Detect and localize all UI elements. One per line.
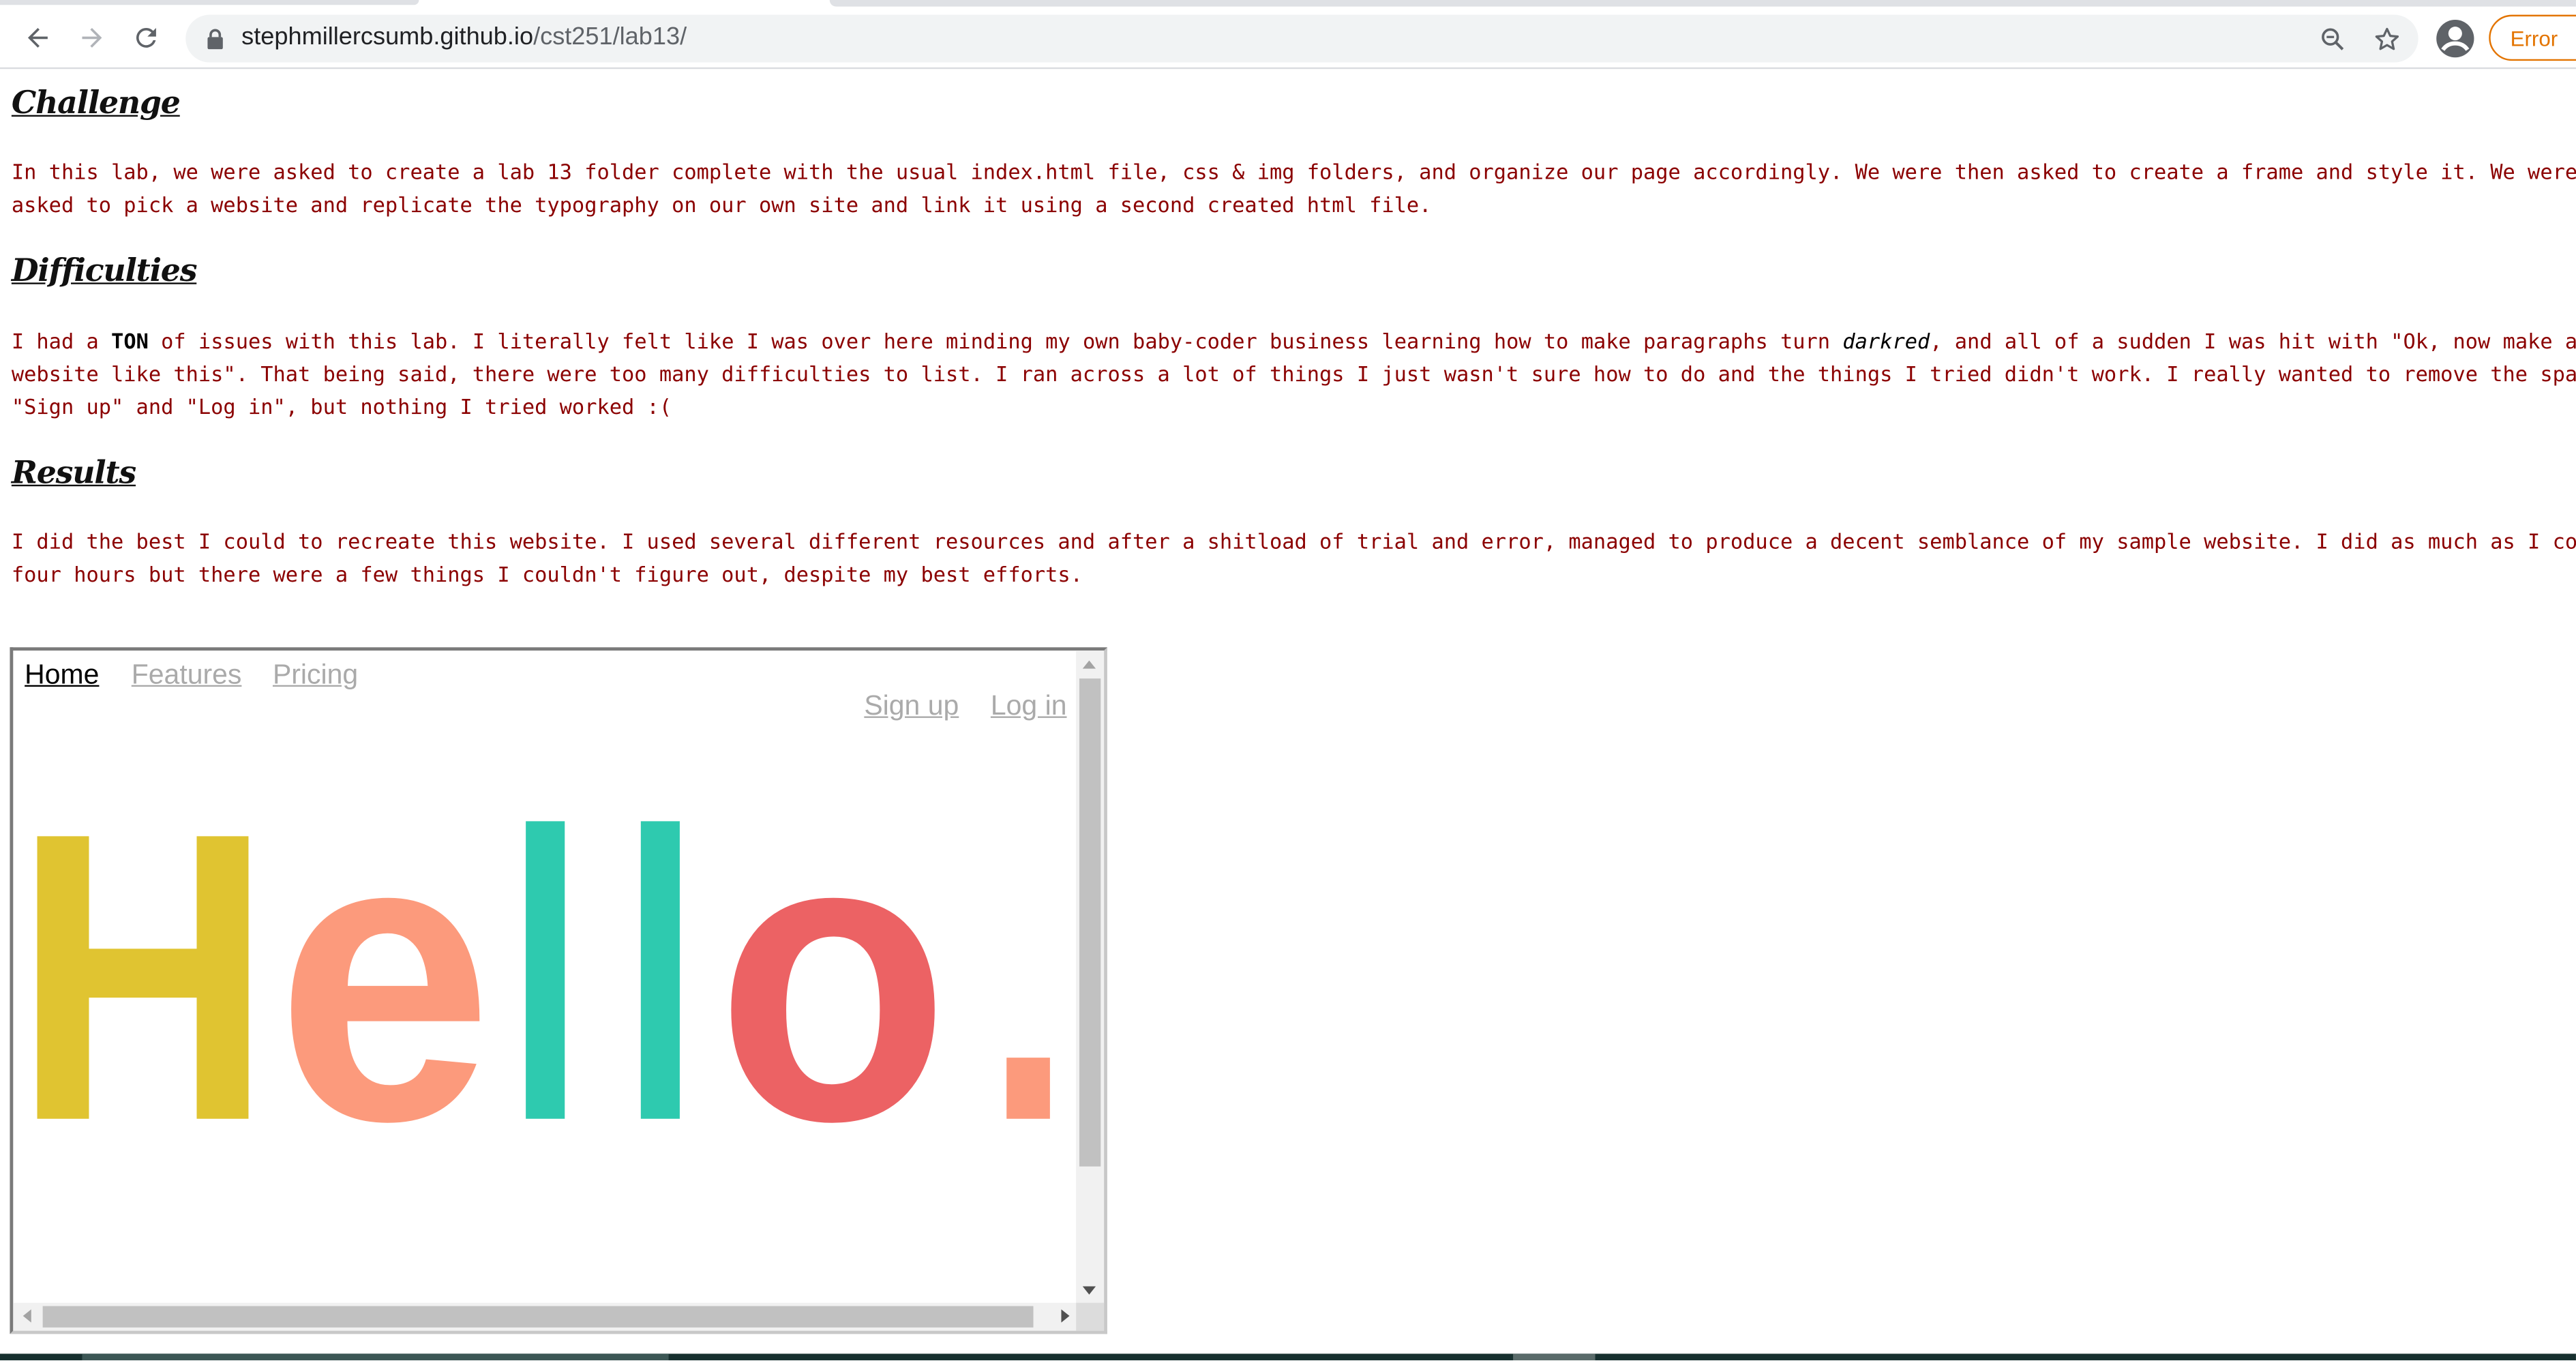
scroll-up-arrow-icon[interactable] <box>1082 660 1096 669</box>
scroll-down-arrow-icon[interactable] <box>1082 1286 1096 1295</box>
page-content: Challenge In this lab, we were asked to … <box>0 69 2576 1353</box>
difficulties-text: of issues with this lab. I literally fel… <box>148 328 1843 354</box>
reload-icon <box>136 27 156 48</box>
results-heading: Results <box>11 455 136 492</box>
hello-letter-h: H <box>13 798 273 1143</box>
taskbar-item[interactable] <box>1513 1353 1596 1360</box>
hello-letter-period: . <box>986 798 1071 1143</box>
lock-icon <box>207 29 223 50</box>
url-path: /cst251/lab13/ <box>533 23 687 51</box>
iframe-login-link[interactable]: Log in <box>991 690 1067 723</box>
arrow-left-icon <box>27 27 48 48</box>
hello-letter-l: l <box>621 798 700 1143</box>
iframe-signup-link[interactable]: Sign up <box>864 690 959 723</box>
back-button[interactable] <box>13 13 62 62</box>
difficulties-line-1: I had a TON of issues with this lab. I l… <box>12 325 2576 358</box>
tab-strip-edge <box>829 0 2576 7</box>
scroll-right-arrow-icon[interactable] <box>1061 1309 1070 1323</box>
profile-avatar-icon[interactable] <box>2435 18 2476 59</box>
iframe-nav-pricing[interactable]: Pricing <box>273 659 358 691</box>
hello-letter-e: e <box>276 798 493 1143</box>
results-line-2: four hours but there were a few things I… <box>11 562 1083 587</box>
forward-button[interactable] <box>68 13 117 62</box>
browser-toolbar: stephmillercsumb.github.io/cst251/lab13/… <box>0 8 2576 70</box>
zoom-icon[interactable] <box>2318 25 2348 54</box>
horizontal-scroll-thumb[interactable] <box>42 1306 1034 1328</box>
challenge-heading: Challenge <box>11 85 181 122</box>
challenge-line-2: asked to pick a website and replicate th… <box>11 192 1432 218</box>
star-icon[interactable] <box>2372 25 2401 54</box>
hello-letter-l: l <box>506 798 585 1143</box>
tab-strip <box>0 0 2576 9</box>
scroll-left-arrow-icon[interactable] <box>23 1309 31 1323</box>
url-text[interactable]: stephmillercsumb.github.io/cst251/lab13/ <box>241 23 687 51</box>
difficulties-heading: Difficulties <box>11 253 198 290</box>
scrollbar-corner <box>1076 1302 1105 1331</box>
hello-letter-o: o <box>716 798 949 1143</box>
results-line-1: I did the best I could to recreate this … <box>11 528 2576 554</box>
difficulties-text: I had a <box>11 328 112 354</box>
hello-graphic: H e l l o . <box>13 798 1071 1143</box>
os-taskbar-edge <box>0 1353 2576 1360</box>
challenge-line-1: In this lab, we were asked to create a l… <box>11 159 2576 184</box>
difficulties-line-3: "Sign up" and "Log in", but nothing I tr… <box>11 394 672 419</box>
arrow-right-icon <box>82 27 102 48</box>
emphasis-darkred: darkred <box>1842 328 1930 354</box>
error-badge-button[interactable]: Error <box>2489 14 2576 61</box>
vertical-scroll-thumb[interactable] <box>1079 678 1101 1167</box>
tab-strip-edge <box>0 0 419 5</box>
iframe-vertical-scrollbar[interactable] <box>1076 650 1105 1305</box>
iframe-nav-home[interactable]: Home <box>25 659 99 691</box>
difficulties-line-2: website like this". That being said, the… <box>11 361 2576 387</box>
url-host: stephmillercsumb.github.io <box>241 23 534 51</box>
iframe-horizontal-scrollbar[interactable] <box>13 1302 1079 1331</box>
address-bar[interactable]: stephmillercsumb.github.io/cst251/lab13/ <box>185 14 2418 63</box>
difficulties-text: , and all of a sudden I was hit with "Ok… <box>1930 328 2576 354</box>
emphasis-ton: TON <box>111 328 149 354</box>
taskbar-item[interactable] <box>82 1353 669 1360</box>
iframe-nav-features[interactable]: Features <box>132 659 242 691</box>
browser-window: stephmillercsumb.github.io/cst251/lab13/… <box>0 0 2576 1360</box>
reload-button[interactable] <box>121 13 170 62</box>
embedded-iframe[interactable]: Home Features Pricing Sign up Log in H e… <box>10 647 1107 1334</box>
